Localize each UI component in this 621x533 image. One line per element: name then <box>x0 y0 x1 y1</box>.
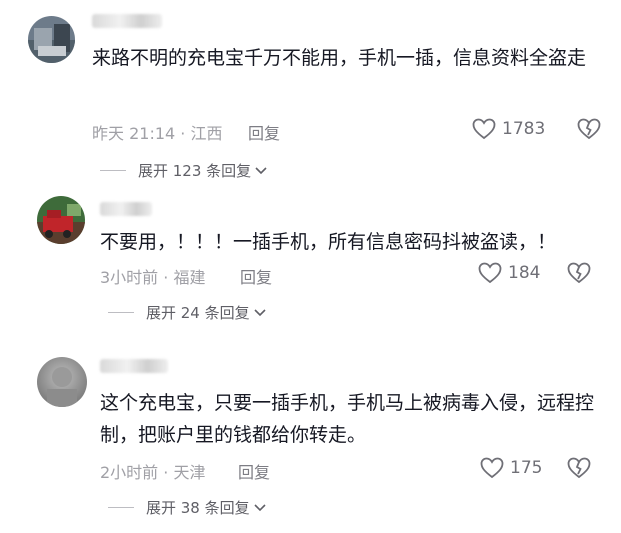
like-count: 1783 <box>502 119 546 139</box>
like-button[interactable]: 175 <box>480 457 542 479</box>
username-blurred[interactable] <box>92 14 162 28</box>
comment-meta: 昨天 21:14 · 江西 <box>92 124 223 143</box>
heart-outline-icon <box>480 457 504 479</box>
expand-replies-button[interactable]: 展开 38 条回复 <box>108 497 266 518</box>
reply-button[interactable]: 回复 <box>248 120 280 144</box>
reply-button[interactable]: 回复 <box>240 264 272 288</box>
expand-replies-button[interactable]: 展开 24 条回复 <box>108 302 266 323</box>
expand-label: 展开 38 条回复 <box>146 499 250 517</box>
divider <box>108 507 134 508</box>
dislike-button[interactable] <box>567 457 591 483</box>
broken-heart-icon <box>567 262 591 284</box>
chevron-down-icon <box>254 503 266 511</box>
comment-item: 不要用，！！！一插手机，所有信息密码抖被盗读，！ 3小时前 · 福建 回复 18… <box>0 180 621 340</box>
comment-item: 这个充电宝，只要一插手机，手机马上被病毒入侵，远程控制，把账户里的钱都给你转走。… <box>0 345 621 533</box>
like-count: 184 <box>508 263 541 283</box>
comment-1-container: 来路不明的充电宝千万不能用，手机一插，信息资料全盗走 昨天 21:14 · 江西… <box>0 0 621 180</box>
comment-text: 来路不明的充电宝千万不能用，手机一插，信息资料全盗走 <box>92 47 587 69</box>
avatar[interactable] <box>37 357 87 407</box>
dislike-button[interactable] <box>577 118 601 144</box>
comment-text: 这个充电宝，只要一插手机，手机马上被病毒入侵，远程控制，把账户里的钱都给你转走。 <box>100 392 595 446</box>
divider <box>108 312 134 313</box>
like-button[interactable]: 1783 <box>472 118 545 140</box>
expand-label: 展开 24 条回复 <box>146 304 250 322</box>
avatar[interactable] <box>28 16 75 63</box>
comment-meta: 3小时前 · 福建 <box>100 268 206 287</box>
expand-replies-button[interactable]: 展开 123 条回复 <box>100 160 267 180</box>
reply-button[interactable]: 回复 <box>238 459 270 483</box>
comment-meta: 2小时前 · 天津 <box>100 463 206 482</box>
divider <box>100 170 126 171</box>
like-button[interactable]: 184 <box>478 262 540 284</box>
username-blurred[interactable] <box>100 359 168 373</box>
comment-text: 不要用，！！！一插手机，所有信息密码抖被盗读，！ <box>100 231 557 253</box>
chevron-down-icon <box>254 308 266 316</box>
expand-label: 展开 123 条回复 <box>138 162 252 180</box>
username-blurred[interactable] <box>100 202 152 216</box>
heart-outline-icon <box>478 262 502 284</box>
like-count: 175 <box>510 458 543 478</box>
chevron-down-icon <box>255 166 267 174</box>
broken-heart-icon <box>567 457 591 479</box>
broken-heart-icon <box>577 118 601 140</box>
heart-outline-icon <box>472 118 496 140</box>
avatar[interactable] <box>37 196 85 244</box>
comment-item: 来路不明的充电宝千万不能用，手机一插，信息资料全盗走 昨天 21:14 · 江西… <box>0 0 621 180</box>
dislike-button[interactable] <box>567 262 591 288</box>
